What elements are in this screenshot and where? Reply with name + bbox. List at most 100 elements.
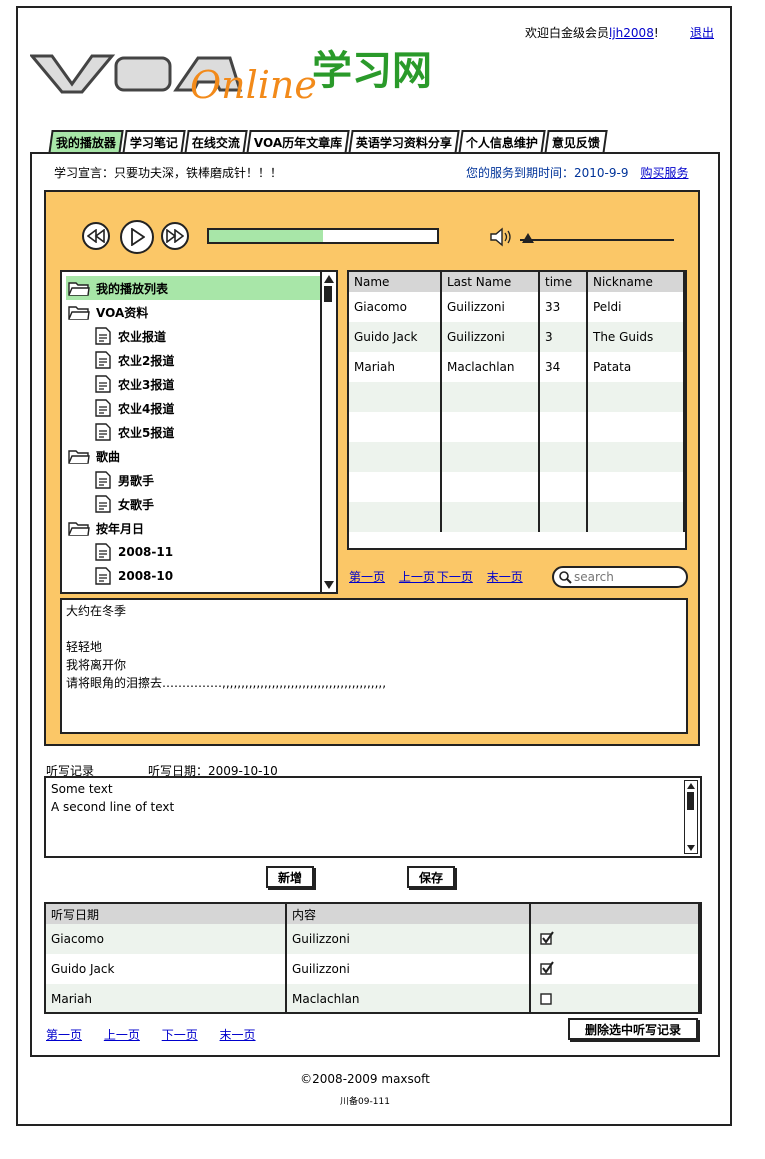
pager-last[interactable]: 末一页 <box>487 570 523 584</box>
dictation-scroll-thumb[interactable] <box>687 792 694 810</box>
tab-0[interactable]: 我的播放器 <box>48 130 124 154</box>
table-cell <box>539 382 588 412</box>
table-row[interactable] <box>349 472 685 502</box>
play-icon <box>131 228 145 246</box>
table-row[interactable] <box>349 442 685 472</box>
records-pager-prev[interactable]: 上一页 <box>104 1028 140 1042</box>
tree-item[interactable]: 农业4报道 <box>92 396 320 420</box>
folder-icon <box>68 522 90 536</box>
playback-progress-bar[interactable] <box>207 228 439 244</box>
checkbox-checked-icon[interactable] <box>540 960 554 975</box>
fast-forward-button[interactable] <box>161 222 189 250</box>
tab-3[interactable]: VOA历年文章库 <box>246 130 350 154</box>
table-cell: 33 <box>539 292 588 322</box>
column-header[interactable]: Nickname <box>587 272 685 292</box>
tab-1[interactable]: 学习笔记 <box>122 130 186 154</box>
tree-item[interactable]: 农业5报道 <box>92 420 320 444</box>
dictation-line: Some text <box>51 782 113 796</box>
table-row[interactable]: Mariah Maclachlan 34 Patata <box>349 352 685 382</box>
lyrics-line: 我将离开你 <box>66 658 127 672</box>
pager-prev[interactable]: 上一页 <box>399 570 435 584</box>
records-column-header[interactable]: 听写日期 <box>46 904 287 924</box>
document-icon <box>95 495 111 513</box>
add-button[interactable]: 新增 <box>266 866 314 888</box>
table-row[interactable]: Guido Jack Guilizzoni 3 The Guids <box>349 322 685 352</box>
table-row[interactable]: Mariah Maclachlan <box>46 984 700 1012</box>
tab-4[interactable]: 英语学习资料分享 <box>348 130 460 154</box>
table-row[interactable]: Giacomo Guilizzoni <box>46 924 700 954</box>
tree-item[interactable]: 农业3报道 <box>92 372 320 396</box>
tree-item[interactable]: 按年月日 <box>66 516 320 540</box>
lyrics-line: 请将眼角的泪擦去……………,,,,,,,,,,,,,,,,,,,,,,,,,,,… <box>66 676 387 690</box>
tree-scrollbar[interactable] <box>320 272 336 592</box>
playlist-tree: 我的播放列表 VOA资料 农业报道 农业2报道 农业3报道 农业4报道 农业5报道 歌曲 男歌手… <box>60 270 338 594</box>
tree-item[interactable]: 2008-10 <box>92 564 320 588</box>
table-row[interactable] <box>349 382 685 412</box>
tab-label: 英语学习资料分享 <box>356 136 453 150</box>
records-column-header[interactable] <box>530 904 700 924</box>
tab-label: 学习笔记 <box>129 136 178 150</box>
column-header[interactable]: Last Name <box>441 272 540 292</box>
scroll-up-icon[interactable] <box>686 782 696 790</box>
document-icon <box>95 471 111 489</box>
record-date: Guido Jack <box>46 954 287 984</box>
scroll-up-icon[interactable] <box>323 274 335 284</box>
records-header: 听写日期 内容 <box>46 904 700 924</box>
checkbox-icon[interactable] <box>540 991 554 1005</box>
main-tabs: 我的播放器 学习笔记 在线交流 VOA历年文章库 英语学习资料分享 个人信息维护 意见反馈 <box>48 130 609 154</box>
logout-link[interactable]: 退出 <box>690 24 714 41</box>
table-row[interactable]: Giacomo Guilizzoni 33 Peldi <box>349 292 685 322</box>
tab-2[interactable]: 在线交流 <box>184 130 248 154</box>
rewind-icon <box>87 229 105 243</box>
document-icon <box>95 567 111 585</box>
delete-selected-button[interactable]: 删除选中听写记录 <box>568 1018 698 1040</box>
tree-item[interactable]: 农业2报道 <box>92 348 320 372</box>
column-header[interactable]: Name <box>349 272 442 292</box>
tab-5[interactable]: 个人信息维护 <box>458 130 547 154</box>
records-column-header[interactable]: 内容 <box>286 904 531 924</box>
progress-fill <box>209 230 323 242</box>
tree-item[interactable]: 我的播放列表 <box>66 276 320 300</box>
tree-scroll-thumb[interactable] <box>324 286 332 302</box>
lyrics-line <box>66 620 682 638</box>
volume-slider-thumb[interactable] <box>521 232 535 244</box>
rewind-button[interactable] <box>82 222 110 250</box>
play-button[interactable] <box>120 220 154 254</box>
record-select-cell <box>530 984 700 1012</box>
pager-next[interactable]: 下一页 <box>437 570 473 584</box>
table-cell: The Guids <box>587 322 685 352</box>
dictation-textarea[interactable]: Some text A second line of text <box>44 776 702 858</box>
table-cell: 34 <box>539 352 588 382</box>
records-pager-first[interactable]: 第一页 <box>46 1028 82 1042</box>
scroll-down-icon[interactable] <box>323 580 335 590</box>
table-row[interactable] <box>349 412 685 442</box>
column-header[interactable]: time <box>539 272 588 292</box>
pager-first[interactable]: 第一页 <box>349 570 385 584</box>
search-input[interactable] <box>572 569 676 585</box>
tree-item[interactable]: 农业报道 <box>92 324 320 348</box>
volume-slider-track[interactable] <box>520 239 674 241</box>
tree-item[interactable]: 歌曲 <box>66 444 320 468</box>
table-row[interactable]: Guido Jack Guilizzoni <box>46 954 700 984</box>
tab-6[interactable]: 意见反馈 <box>544 130 609 154</box>
tree-item[interactable]: 女歌手 <box>92 492 320 516</box>
records-pager-next[interactable]: 下一页 <box>162 1028 198 1042</box>
document-icon <box>95 351 111 369</box>
table-cell <box>539 412 588 442</box>
scroll-down-icon[interactable] <box>686 844 696 852</box>
folder-icon <box>68 306 90 320</box>
dictation-scrollbar[interactable] <box>684 780 698 854</box>
tree-item[interactable]: VOA资料 <box>66 300 320 324</box>
document-icon <box>95 423 111 441</box>
tree-item[interactable]: 男歌手 <box>92 468 320 492</box>
table-row[interactable] <box>349 502 685 532</box>
media-table: Name Last Name time Nickname Giacomo Guilizz… <box>347 270 687 550</box>
record-content: Guilizzoni <box>286 924 531 954</box>
save-button[interactable]: 保存 <box>407 866 455 888</box>
records-pager-last[interactable]: 末一页 <box>220 1028 256 1042</box>
username-link[interactable]: ljh2008 <box>609 26 654 40</box>
tree-item[interactable]: 2008-11 <box>92 540 320 564</box>
buy-service-link[interactable]: 购买服务 <box>640 166 688 180</box>
speaker-icon[interactable] <box>488 226 514 248</box>
checkbox-checked-icon[interactable] <box>540 930 554 945</box>
